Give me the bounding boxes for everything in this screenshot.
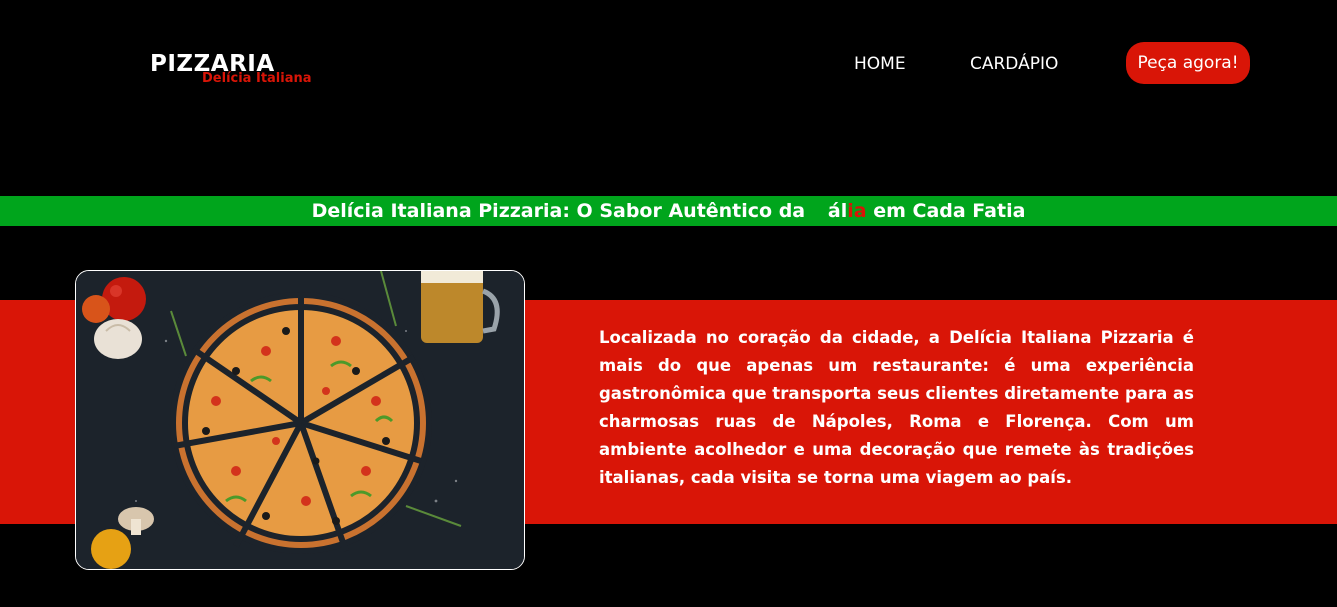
banner-text-end: em Cada Fatia <box>866 200 1026 222</box>
logo[interactable]: PIZZARIA Delícia Italiana <box>150 50 312 86</box>
banner-italia-green: It <box>811 200 828 222</box>
logo-subtitle: Delícia Italiana <box>202 71 312 86</box>
hero-banner: Delícia Italiana Pizzaria: O Sabor Autên… <box>0 196 1337 226</box>
about-description: Localizada no coração da cidade, a Delíc… <box>599 328 1194 487</box>
order-now-button[interactable]: Peça agora! <box>1126 42 1250 84</box>
pizza-photo <box>75 270 525 570</box>
banner-italia-white: ál <box>827 200 848 222</box>
pizza-illustration <box>76 271 524 569</box>
banner-text-start: Delícia Italiana Pizzaria: O Sabor Autên… <box>311 200 812 222</box>
nav-menu-link[interactable]: CARDÁPIO <box>970 53 1058 75</box>
banner-italia-red: ia <box>847 200 867 222</box>
nav-home-link[interactable]: HOME <box>854 53 906 75</box>
